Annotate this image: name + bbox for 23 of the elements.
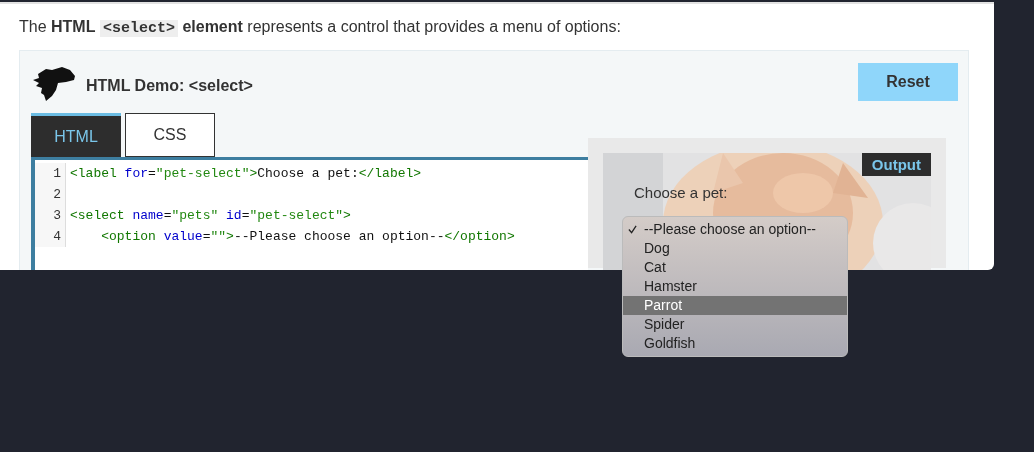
editor-tab[interactable]: HTML <box>31 113 121 157</box>
menu-option[interactable]: Parrot <box>623 296 847 315</box>
line-number: 2 <box>35 184 66 205</box>
line-number: 1 <box>35 163 66 184</box>
intro-text: The HTML <select> element represents a control that provides a menu of options: <box>18 17 622 39</box>
code-line: <select name="pets" id="pet-select"> <box>69 208 351 223</box>
line-number: 3 <box>35 205 66 226</box>
code-line: <label for="pet-select">Choose a pet:</label> <box>69 166 422 181</box>
code-line: <option value="">--Please choose an option--</option> <box>100 229 515 244</box>
menu-option[interactable]: Cat <box>623 258 847 277</box>
menu-option[interactable]: Hamster <box>623 277 847 296</box>
line-number: 4 <box>35 226 66 247</box>
reset-button[interactable]: Reset <box>858 63 958 101</box>
demo-title: HTML Demo: <select> <box>86 77 253 95</box>
menu-option[interactable]: Goldfish <box>623 334 847 353</box>
code-editor[interactable]: 1 <label for="pet-select">Choose a pet:</label> 2 3 <select name="pets" id="pet-select"> 4 <option value="">--Please choose an option--</option> <box>31 157 588 270</box>
dinosaur-head-icon <box>32 66 76 102</box>
menu-option[interactable]: --Please choose an option-- <box>623 220 847 239</box>
field-label: Choose a pet: <box>634 184 728 201</box>
editor-tab[interactable]: CSS <box>125 113 215 157</box>
output-label: Output <box>861 153 931 176</box>
menu-option[interactable]: Dog <box>623 239 847 258</box>
menu-option[interactable]: Spider <box>623 315 847 334</box>
